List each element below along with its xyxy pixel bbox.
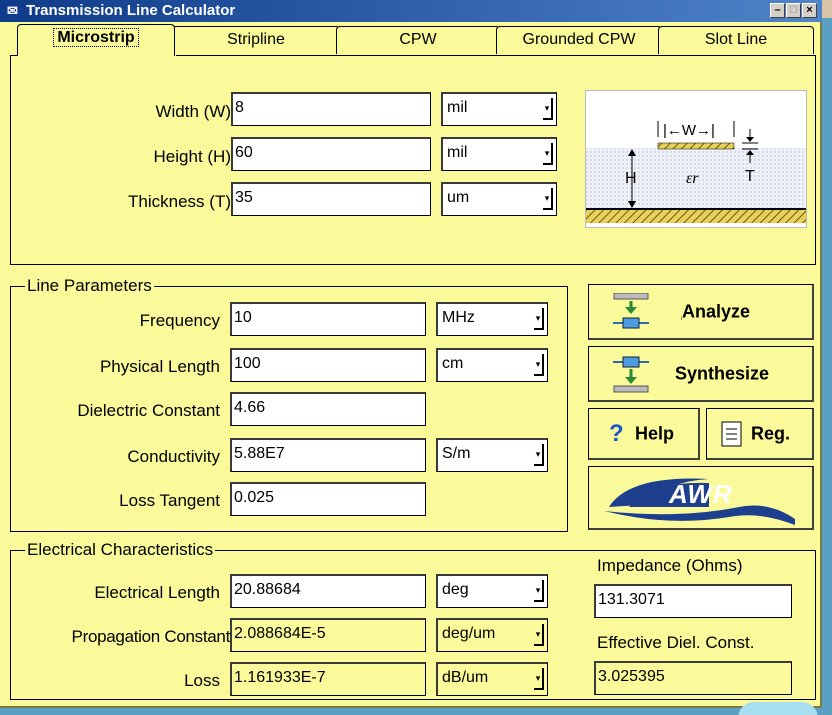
synthesize-button[interactable]: Synthesize [588,346,814,402]
electrical-length-output[interactable]: 20.88684 [230,574,426,608]
loss-tangent-input[interactable]: 0.025 [230,482,426,516]
help-label: Help [635,423,675,443]
app-icon: ✉ [7,3,18,18]
physical-length-label: Physical Length [99,357,220,376]
tab-cpw[interactable]: CPW [336,26,500,54]
awr-logo-text: AWR [669,479,733,509]
chevron-down-icon: ▾ [543,188,553,210]
tab-slot-line[interactable]: Slot Line [658,26,814,54]
effective-dielectric-output[interactable]: 3.025395 [594,661,792,695]
diagram-w-label: |←W→| [663,122,715,139]
loss-tangent-label: Loss Tangent [119,491,220,510]
loss-unit-select[interactable]: dB/um ▾ [436,662,548,696]
height-label: Height (H) [153,147,231,166]
electrical-characteristics-title: Electrical Characteristics [25,540,216,560]
propagation-constant-output[interactable]: 2.088684E-5 [230,618,426,652]
frequency-label: Frequency [139,311,220,330]
diagram-h-label: H [625,170,637,187]
line-parameters-title: Line Parameters [25,276,154,296]
length-unit-select[interactable]: cm ▾ [436,348,548,382]
chevron-down-icon: ▾ [534,444,544,466]
tab-microstrip[interactable]: Microstrip [17,24,175,56]
conductivity-label: Conductivity [127,447,220,466]
chevron-down-icon: ▾ [534,580,544,602]
thickness-input[interactable]: 35 [231,182,431,216]
dimensions-panel: Width (W) 8 mil ▾ Height (H) 60 mil ▾ Thic… [10,55,816,265]
close-button[interactable]: × [802,3,817,18]
chevron-down-icon: ▾ [534,668,544,690]
synthesize-icon [613,356,649,393]
synthesize-label: Synthesize [675,363,770,383]
diagram-t-label: T [745,168,755,185]
minimize-button[interactable]: – [770,3,785,18]
title-bar: ✉ Transmission Line Calculator – □ × [0,0,822,22]
height-unit-select[interactable]: mil ▾ [441,137,557,171]
cross-section-icon: |←W→| H T εr [586,121,806,223]
height-input[interactable]: 60 [231,137,431,171]
reg-label: Reg. [751,423,791,443]
effective-dielectric-label: Effective Diel. Const. [597,633,755,652]
maximize-button[interactable]: □ [786,3,801,18]
propagation-unit-select[interactable]: deg/um ▾ [436,618,548,652]
conductivity-input[interactable]: 5.88E7 [230,438,426,472]
tab-stripline[interactable]: Stripline [172,26,340,54]
propagation-constant-label: Propagation Constant [71,627,231,646]
chevron-down-icon: ▾ [534,308,544,330]
thickness-unit-select[interactable]: um ▾ [441,182,557,216]
calculator-window: ✉ Transmission Line Calculator – □ × Mic… [0,0,822,708]
electrical-length-unit-select[interactable]: deg ▾ [436,574,548,608]
thickness-label: Thickness (T) [128,192,231,211]
electrical-length-label: Electrical Length [94,583,220,602]
frequency-unit-select[interactable]: MHz ▾ [436,302,548,336]
tab-grounded-cpw[interactable]: Grounded CPW [496,26,662,54]
analyze-label: AAnalyze [681,301,751,321]
frequency-input[interactable]: 10 [230,302,426,336]
loss-output[interactable]: 1.161933E-7 [230,662,426,696]
analyze-button[interactable]: AAnalyze [588,284,814,340]
width-label: Width (W) [155,102,231,121]
diagram-er-label: εr [686,170,699,187]
analyze-icon [613,293,649,329]
document-icon [721,421,742,447]
reg-button[interactable]: Reg. [706,408,814,460]
dielectric-constant-label: Dielectric Constant [77,401,220,420]
loss-label: Loss [184,671,220,690]
chevron-down-icon: ▾ [534,624,544,646]
physical-length-input[interactable]: 100 [230,348,426,382]
figure-corner-tab [738,702,818,715]
question-icon: ? [609,419,624,447]
microstrip-diagram: |←W→| H T εr [585,90,807,228]
width-input[interactable]: 8 [231,92,431,126]
window-title: Transmission Line Calculator [26,2,236,19]
chevron-down-icon: ▾ [534,354,544,376]
help-button[interactable]: ? Help [588,408,700,460]
dielectric-constant-input[interactable]: 4.66 [230,392,426,426]
impedance-output[interactable]: 131.3071 [594,584,792,618]
conductivity-unit-select[interactable]: S/m ▾ [436,438,548,472]
awr-logo-button[interactable]: AWR [588,466,814,530]
width-unit-select[interactable]: mil ▾ [441,92,557,126]
chevron-down-icon: ▾ [543,143,553,165]
chevron-down-icon: ▾ [543,98,553,120]
impedance-label: Impedance (Ohms) [597,556,743,575]
